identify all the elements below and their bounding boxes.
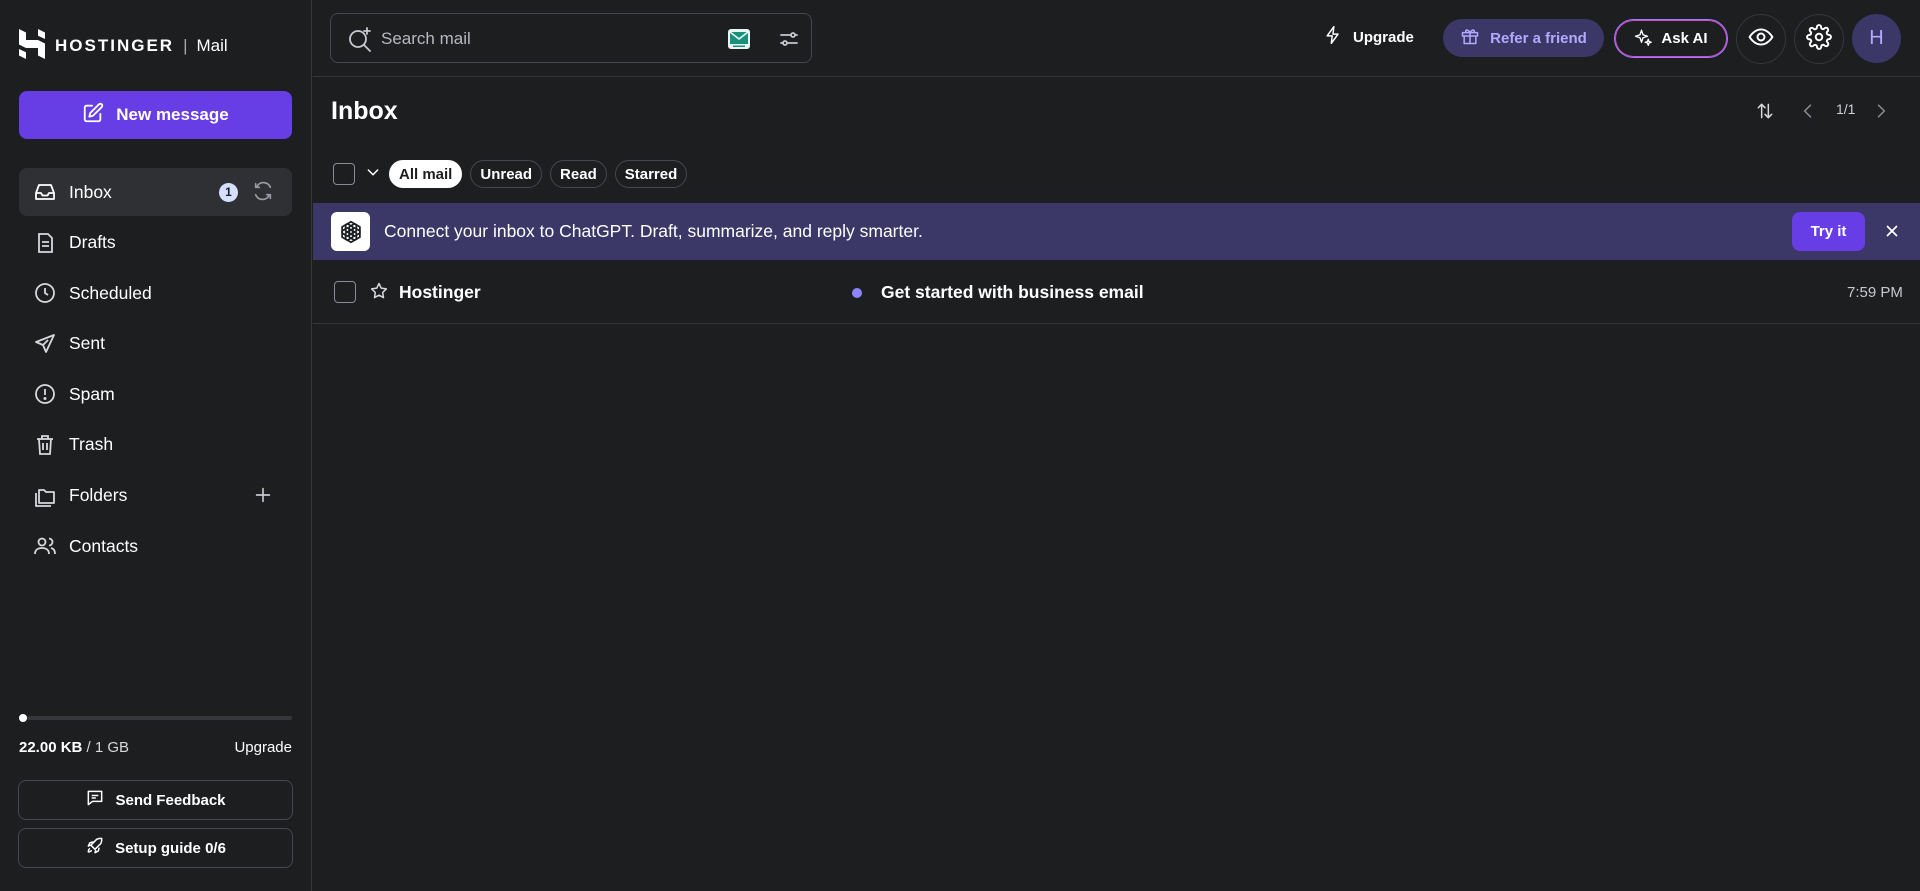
filter-starred[interactable]: Starred — [614, 160, 688, 188]
unread-indicator — [852, 288, 862, 298]
sidebar-item-sent[interactable]: Sent — [19, 320, 292, 368]
preview-toggle-button[interactable] — [1736, 14, 1786, 64]
upgrade-label: Upgrade — [1353, 28, 1414, 46]
sidebar-item-trash[interactable]: Trash — [19, 421, 292, 469]
refer-a-friend-button[interactable]: Refer a friend — [1443, 19, 1604, 57]
sidebar-item-folders[interactable]: Folders — [19, 472, 292, 520]
unread-count-badge: 1 — [219, 182, 238, 202]
sidebar-item-label: Scheduled — [69, 282, 152, 303]
setup-guide-button[interactable]: Setup guide 0/6 — [18, 828, 293, 868]
refer-label: Refer a friend — [1490, 29, 1587, 47]
settings-button[interactable] — [1794, 14, 1844, 64]
ask-ai-label: Ask AI — [1661, 30, 1708, 47]
brand[interactable]: HOSTINGER | Mail — [19, 28, 228, 64]
filter-all-mail[interactable]: All mail — [389, 160, 463, 188]
brand-name: HOSTINGER — [55, 36, 175, 55]
send-feedback-label: Send Feedback — [115, 791, 226, 809]
inbox-icon — [33, 180, 57, 204]
chatgpt-promo-banner: Connect your inbox to ChatGPT. Draft, su… — [313, 203, 1920, 260]
new-message-button[interactable]: New message — [19, 91, 292, 139]
brand-app-name: Mail — [196, 36, 228, 55]
sidebar-item-label: Spam — [69, 383, 115, 404]
send-icon — [33, 332, 57, 356]
sidebar-item-inbox[interactable]: Inbox 1 — [19, 168, 292, 216]
hostinger-logo-icon — [19, 28, 45, 64]
sidebar-item-label: Sent — [69, 333, 105, 354]
email-row[interactable]: Hostinger Get started with business emai… — [313, 260, 1920, 324]
sparkle-icon — [1634, 28, 1653, 50]
compose-icon — [82, 102, 104, 129]
brand-separator: | — [183, 36, 188, 55]
sidebar-item-scheduled[interactable]: Scheduled — [19, 269, 292, 317]
avatar[interactable]: H — [1852, 14, 1901, 63]
eye-icon — [1748, 24, 1774, 55]
trash-icon — [33, 433, 57, 457]
sidebar-item-drafts[interactable]: Drafts — [19, 219, 292, 267]
feedback-icon — [85, 788, 105, 812]
top-bar: Upgrade Refer a friend Ask AI H — [313, 0, 1920, 77]
email-select-checkbox[interactable] — [334, 281, 356, 303]
storage-total: / 1 GB — [86, 739, 130, 756]
mail-list-panel: Inbox 1/1 All mail Unread Read Starred C… — [313, 77, 1920, 891]
banner-text: Connect your inbox to ChatGPT. Draft, su… — [384, 221, 923, 241]
page-indicator: 1/1 — [1836, 101, 1856, 117]
filter-unread[interactable]: Unread — [470, 160, 543, 188]
storage-upgrade-link[interactable]: Upgrade — [234, 739, 292, 756]
filter-read[interactable]: Read — [550, 160, 607, 188]
storage-bar-indicator — [19, 714, 27, 722]
add-folder-icon[interactable] — [252, 484, 274, 511]
contacts-icon — [33, 534, 57, 558]
lightning-icon — [1323, 25, 1343, 49]
clock-icon — [33, 281, 57, 305]
storage-bar — [19, 714, 292, 722]
gift-icon — [1460, 26, 1480, 50]
mail-filter-bar: All mail Unread Read Starred — [333, 158, 695, 190]
next-page-icon[interactable] — [1871, 101, 1891, 126]
sort-icon[interactable] — [1755, 101, 1775, 126]
folders-icon — [33, 484, 57, 508]
previous-page-icon[interactable] — [1798, 101, 1818, 126]
select-all-checkbox[interactable] — [333, 163, 355, 185]
star-icon[interactable] — [369, 281, 389, 306]
sidebar-item-label: Contacts — [69, 535, 139, 556]
upgrade-button[interactable]: Upgrade — [1323, 20, 1414, 54]
gear-icon — [1806, 23, 1832, 55]
page-title: Inbox — [331, 97, 398, 125]
refresh-icon[interactable] — [252, 180, 274, 207]
new-message-label: New message — [116, 105, 229, 124]
sidebar-item-label: Trash — [69, 434, 114, 455]
folder-nav: Inbox 1 Drafts Scheduled Sent Spam Trash… — [19, 168, 292, 573]
mail-app-icon[interactable] — [727, 27, 751, 56]
filter-sliders-icon[interactable] — [777, 27, 801, 56]
sidebar: HOSTINGER | Mail New message Inbox 1 Dra… — [0, 0, 312, 891]
email-sender: Hostinger — [399, 282, 481, 302]
storage-usage: 22.00 KB / 1 GB Upgrade — [19, 714, 292, 756]
email-subject: Get started with business email — [881, 282, 1144, 302]
rocket-icon — [85, 836, 105, 860]
sidebar-item-contacts[interactable]: Contacts — [19, 522, 292, 570]
search-input[interactable] — [381, 26, 681, 52]
sidebar-item-label: Drafts — [69, 232, 116, 253]
mail-app: HOSTINGER | Mail New message Inbox 1 Dra… — [0, 0, 1920, 891]
chevron-down-icon[interactable] — [365, 164, 381, 185]
spam-icon — [33, 382, 57, 406]
ask-ai-button[interactable]: Ask AI — [1614, 19, 1728, 58]
send-feedback-button[interactable]: Send Feedback — [18, 780, 293, 820]
drafts-icon — [33, 231, 57, 255]
chatgpt-logo-icon — [331, 212, 370, 251]
setup-guide-label: Setup guide 0/6 — [115, 839, 226, 857]
storage-info: 22.00 KB / 1 GB Upgrade — [19, 739, 292, 756]
storage-used: 22.00 KB — [19, 739, 83, 756]
email-time: 7:59 PM — [1847, 284, 1903, 301]
search-box[interactable] — [330, 13, 812, 63]
try-it-button[interactable]: Try it — [1792, 212, 1865, 251]
sidebar-item-spam[interactable]: Spam — [19, 370, 292, 418]
ai-search-icon — [347, 26, 373, 57]
close-icon[interactable] — [1883, 222, 1901, 245]
